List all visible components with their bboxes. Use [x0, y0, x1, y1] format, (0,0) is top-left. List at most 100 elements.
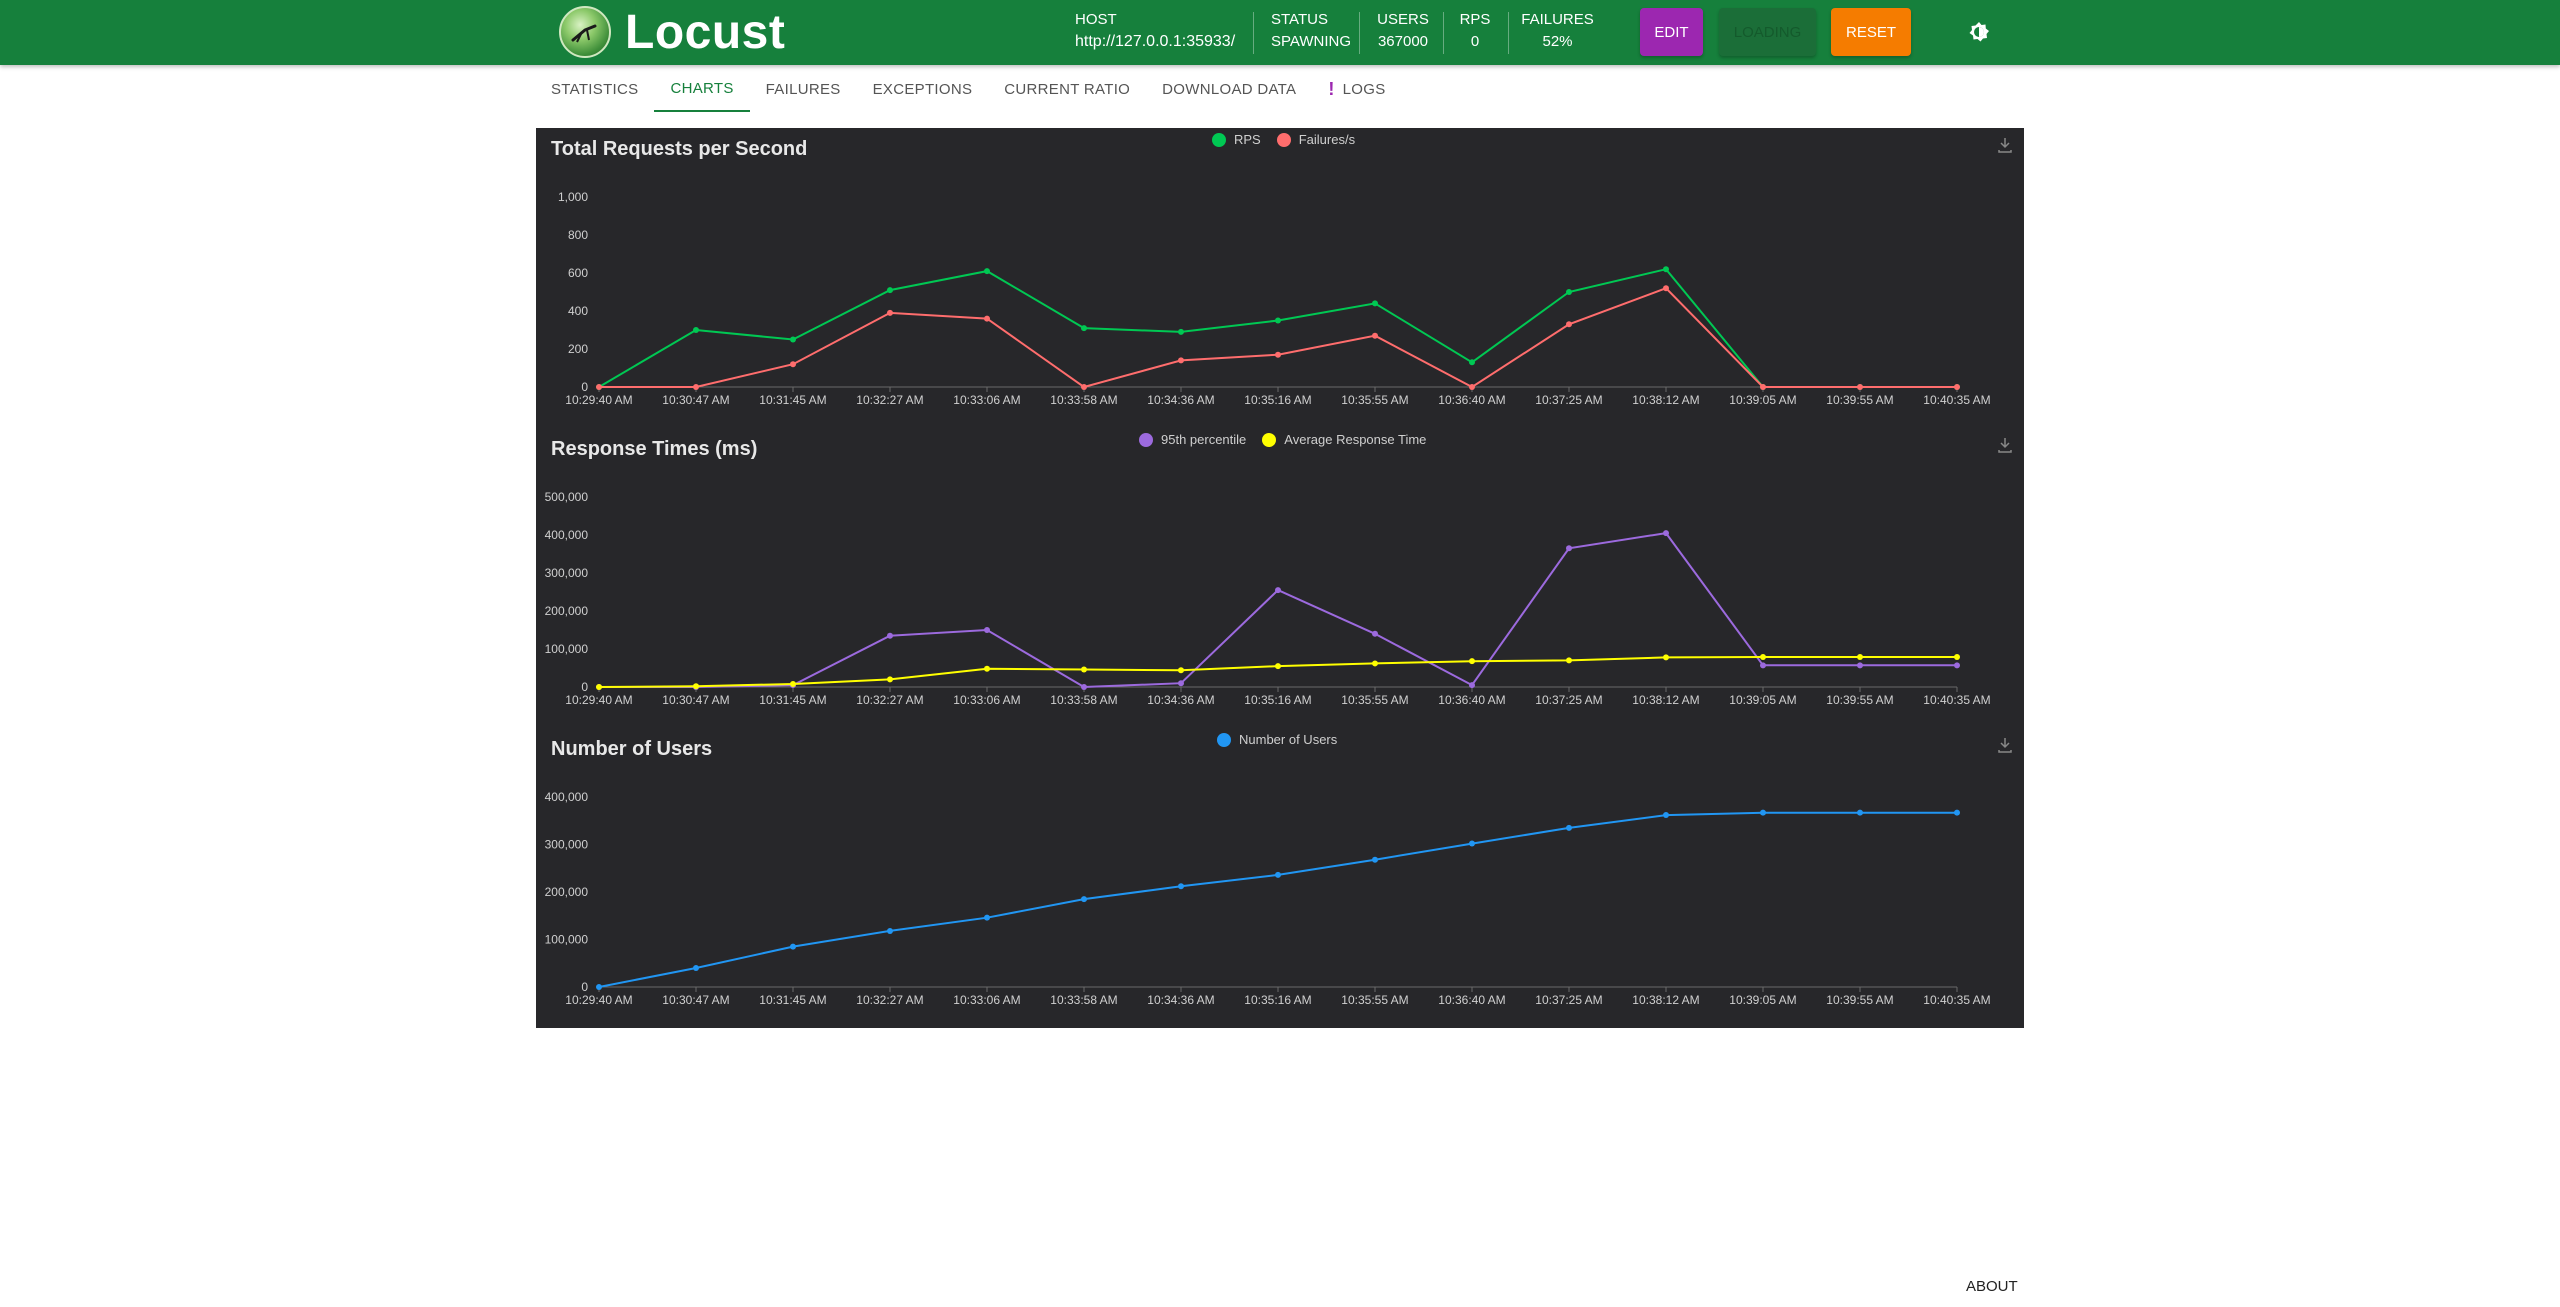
rps-label: RPS — [1459, 11, 1491, 28]
data-point — [1566, 289, 1572, 295]
reset-button[interactable]: RESET — [1831, 8, 1911, 56]
y-tick-label: 1,000 — [558, 190, 588, 204]
data-point — [1081, 666, 1087, 673]
x-tick-label: 10:31:45 AM — [759, 693, 826, 707]
status-label: STATUS — [1271, 11, 1328, 28]
loading-button[interactable]: LOADING — [1719, 8, 1816, 56]
data-point — [1178, 328, 1184, 335]
data-point — [1857, 384, 1863, 390]
x-tick-label: 10:30:47 AM — [662, 393, 729, 407]
x-tick-label: 10:37:25 AM — [1535, 993, 1602, 1007]
x-tick-label: 10:29:40 AM — [565, 993, 632, 1007]
legend-item[interactable]: Number of Users — [1217, 732, 1337, 747]
x-tick-label: 10:33:06 AM — [953, 393, 1020, 407]
x-tick-label: 10:33:58 AM — [1050, 693, 1117, 707]
tab-download-data[interactable]: DOWNLOAD DATA — [1146, 66, 1312, 112]
host-value: http://127.0.0.1:35933/ — [1075, 33, 1236, 50]
data-point — [693, 327, 699, 333]
tab-charts[interactable]: CHARTS — [654, 66, 750, 112]
host-label: HOST — [1075, 11, 1117, 28]
about-link[interactable]: ABOUT — [1966, 1278, 2018, 1295]
data-point — [887, 309, 893, 316]
host-stat: HOST http://127.0.0.1:35933/ — [1075, 8, 1235, 52]
legend-item[interactable]: Failures/s — [1276, 132, 1355, 147]
tab-current-ratio[interactable]: CURRENT RATIO — [988, 66, 1146, 112]
x-tick-label: 10:35:16 AM — [1244, 993, 1311, 1007]
y-tick-label: 0 — [581, 380, 588, 394]
download-icon[interactable] — [1996, 136, 2014, 154]
legend-item[interactable]: 95th percentile — [1139, 432, 1246, 447]
data-point — [1954, 384, 1960, 390]
data-point — [693, 384, 699, 390]
x-tick-label: 10:38:12 AM — [1632, 693, 1699, 707]
x-tick-label: 10:33:58 AM — [1050, 393, 1117, 407]
legend-item[interactable]: Average Response Time — [1262, 432, 1426, 447]
users-chart-svg: 0 100,000 200,000 300,000 400,000 10:29:40 AM… — [545, 790, 1991, 1007]
legend-item[interactable]: RPS — [1212, 132, 1261, 147]
x-tick-label: 10:36:40 AM — [1438, 693, 1505, 707]
y-tick-label: 100,000 — [545, 642, 589, 656]
failures-value: 52% — [1542, 33, 1573, 50]
x-tick-label: 10:32:27 AM — [856, 693, 923, 707]
x-tick-label: 10:35:55 AM — [1341, 393, 1408, 407]
data-point — [1954, 662, 1960, 669]
data-point — [1372, 332, 1378, 339]
y-tick-label: 0 — [581, 680, 588, 694]
charts-panel: 0 200 400 600 800 1,000 10:29:40 AM 10:30:47 AM… — [536, 128, 2024, 1028]
brightness-icon[interactable] — [1967, 20, 1991, 44]
x-tick-label: 10:37:25 AM — [1535, 393, 1602, 407]
data-point — [1663, 285, 1669, 292]
data-point — [1857, 662, 1863, 669]
divider — [1253, 12, 1254, 54]
x-tick-label: 10:29:40 AM — [565, 393, 632, 407]
y-tick-label: 800 — [568, 228, 588, 242]
edit-button[interactable]: EDIT — [1640, 8, 1703, 56]
data-point — [1275, 351, 1281, 358]
download-icon[interactable] — [1996, 736, 2014, 754]
data-point — [790, 680, 796, 687]
data-point — [887, 927, 893, 934]
chart-legend: RPS Failures/s — [1212, 132, 1371, 147]
locust-icon — [571, 24, 597, 43]
x-tick-label: 10:31:45 AM — [759, 393, 826, 407]
x-tick-label: 10:33:06 AM — [953, 993, 1020, 1007]
x-tick-label: 10:33:06 AM — [953, 693, 1020, 707]
y-tick-label: 500,000 — [545, 490, 589, 504]
tab-statistics[interactable]: STATISTICS — [535, 66, 654, 112]
legend-dot — [1217, 732, 1231, 747]
tab-logs[interactable]: ! LOGS — [1312, 66, 1401, 112]
failures-stat: FAILURES 52% — [1520, 8, 1595, 52]
data-point — [596, 984, 602, 990]
data-point — [1178, 667, 1184, 674]
chart-response-times: 0 100,000 200,000 300,000 400,000 500,000 10:2… — [536, 428, 2024, 728]
users-stat: USERS 367000 — [1374, 8, 1432, 52]
chart-title: Total Requests per Second — [551, 138, 808, 160]
x-tick-label: 10:39:05 AM — [1729, 393, 1796, 407]
data-point — [1469, 658, 1475, 665]
x-tick-label: 10:37:25 AM — [1535, 693, 1602, 707]
top-bar: Locust HOST http://127.0.0.1:35933/ STAT… — [0, 0, 2560, 65]
brand[interactable]: Locust — [559, 6, 785, 59]
y-tick-label: 400,000 — [545, 790, 589, 804]
divider — [1508, 12, 1509, 54]
status-stat: STATUS SPAWNING — [1271, 8, 1351, 52]
x-tick-label: 10:40:35 AM — [1923, 993, 1990, 1007]
x-tick-label: 10:39:05 AM — [1729, 993, 1796, 1007]
data-point — [693, 965, 699, 971]
x-tick-label: 10:39:55 AM — [1826, 993, 1893, 1007]
data-point — [1275, 587, 1281, 594]
data-point — [1566, 657, 1572, 664]
x-tick-label: 10:34:36 AM — [1147, 993, 1214, 1007]
data-point — [1081, 384, 1087, 390]
y-tick-label: 400 — [568, 304, 588, 318]
download-icon[interactable] — [1996, 436, 2014, 454]
data-point — [887, 632, 893, 639]
legend-dot — [1276, 132, 1291, 147]
x-tick-label: 10:38:12 AM — [1632, 993, 1699, 1007]
data-point — [1275, 663, 1281, 670]
tab-exceptions[interactable]: EXCEPTIONS — [857, 66, 989, 112]
tab-failures[interactable]: FAILURES — [750, 66, 857, 112]
data-point — [1663, 812, 1669, 819]
data-point — [1663, 654, 1669, 661]
y-tick-label: 300,000 — [545, 838, 589, 852]
